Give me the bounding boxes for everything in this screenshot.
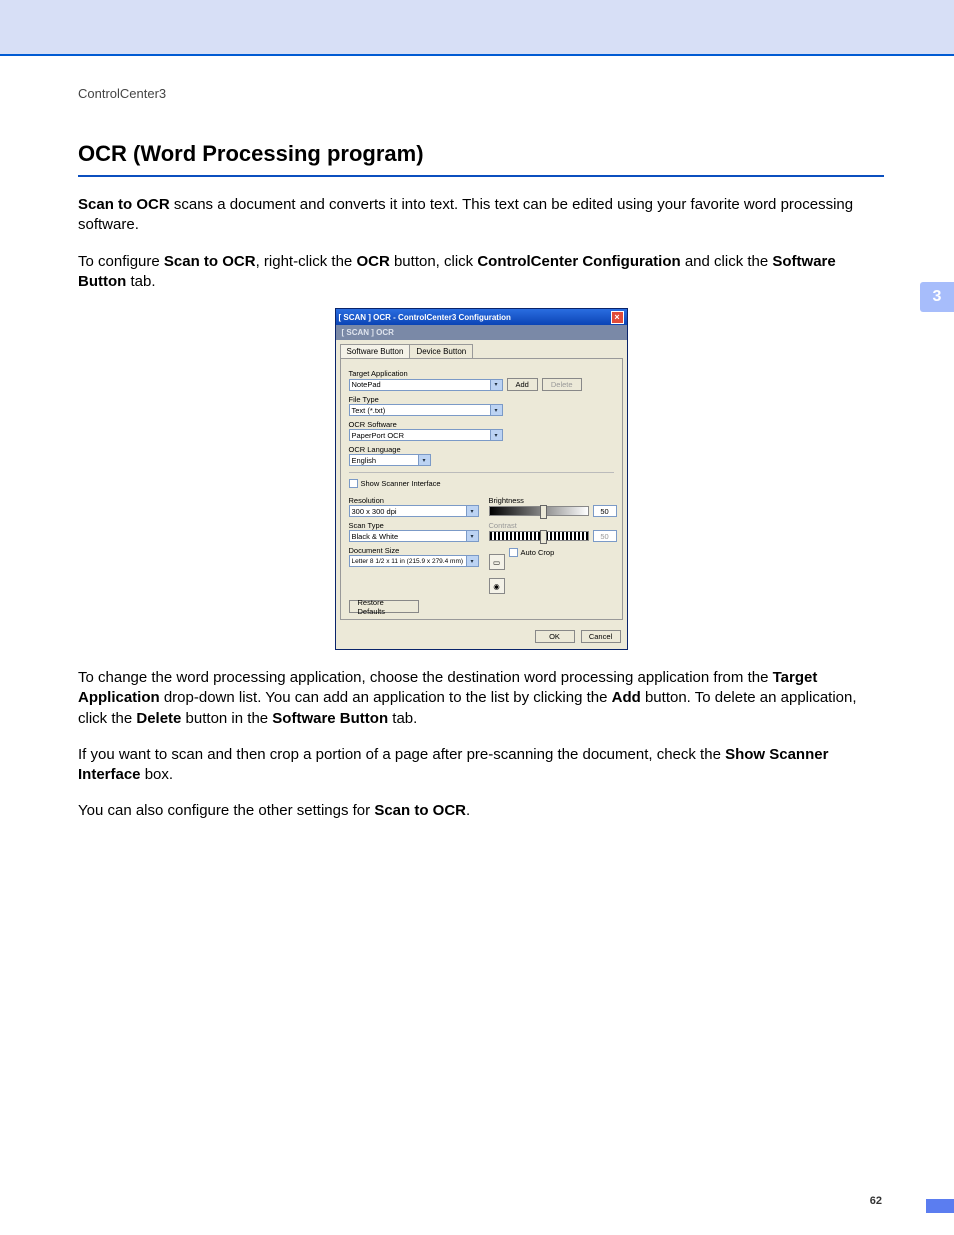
dialog-footer: OK Cancel [336, 624, 627, 649]
p3-t1: To change the word processing applicatio… [78, 669, 773, 686]
label-target-app: Target Application [349, 369, 614, 378]
combo-file-type-value: Text (*.txt) [349, 404, 491, 416]
paragraph-5: You can also configure the other setting… [78, 801, 884, 821]
checkbox-icon[interactable] [349, 479, 358, 488]
breadcrumb: ControlCenter3 [78, 86, 884, 101]
para1-bold: Scan to OCR [78, 196, 170, 213]
chevron-down-icon[interactable]: ▾ [491, 429, 503, 441]
label-scan-type: Scan Type [349, 521, 479, 530]
paragraph-2: To configure Scan to OCR, right-click th… [78, 252, 884, 293]
delete-button[interactable]: Delete [542, 378, 582, 391]
combo-ocr-software-value: PaperPort OCR [349, 429, 491, 441]
tab-device-button[interactable]: Device Button [409, 344, 473, 358]
p2-t1: To configure [78, 253, 164, 270]
paragraph-4: If you want to scan and then crop a port… [78, 745, 884, 786]
contrast-value: 50 [593, 530, 617, 542]
header-band [0, 0, 954, 56]
combo-ocr-language[interactable]: English ▾ [349, 454, 614, 466]
p2-t5: tab. [126, 273, 155, 290]
dialog-tabs: Software Button Device Button [336, 340, 627, 358]
combo-target-app[interactable]: NotePad ▾ [349, 379, 503, 391]
chevron-down-icon[interactable]: ▾ [491, 404, 503, 416]
preview-icon[interactable]: ▭ [489, 554, 505, 570]
slider-thumb[interactable] [540, 505, 547, 519]
label-file-type: File Type [349, 395, 614, 404]
p4-t1: If you want to scan and then crop a port… [78, 746, 725, 763]
p4-t2: box. [141, 766, 174, 783]
checkbox-icon[interactable] [509, 548, 518, 557]
tab-software-button[interactable]: Software Button [340, 344, 411, 358]
add-button[interactable]: Add [507, 378, 538, 391]
dialog-panel: Target Application NotePad ▾ Add Delete … [340, 358, 623, 620]
cancel-button[interactable]: Cancel [581, 630, 621, 643]
label-ocr-software: OCR Software [349, 420, 614, 429]
p3-b3: Delete [136, 710, 181, 727]
chevron-down-icon[interactable]: ▾ [467, 555, 479, 567]
p3-t5: tab. [388, 710, 417, 727]
p2-t4: and click the [681, 253, 773, 270]
para1-text: scans a document and converts it into te… [78, 196, 853, 233]
restore-defaults-button[interactable]: Restore Defaults [349, 600, 419, 613]
ok-button[interactable]: OK [535, 630, 575, 643]
paragraph-3: To change the word processing applicatio… [78, 668, 884, 729]
chapter-tab: 3 [920, 282, 954, 312]
p2-t2: , right-click the [256, 253, 357, 270]
p5-b1: Scan to OCR [374, 802, 466, 819]
dialog-window: [ SCAN ] OCR - ControlCenter3 Configurat… [335, 308, 628, 650]
combo-resolution[interactable]: 300 x 300 dpi ▾ [349, 505, 479, 517]
label-ocr-language: OCR Language [349, 445, 614, 454]
slider-thumb[interactable] [540, 530, 547, 544]
brightness-value: 50 [593, 505, 617, 517]
p2-b1: Scan to OCR [164, 253, 256, 270]
label-doc-size: Document Size [349, 546, 479, 555]
label-contrast: Contrast [489, 521, 617, 530]
page-heading: OCR (Word Processing program) [78, 141, 884, 167]
p5-t2: . [466, 802, 470, 819]
corner-accent [926, 1199, 954, 1213]
chevron-down-icon[interactable]: ▾ [467, 505, 479, 517]
chevron-down-icon[interactable]: ▾ [419, 454, 431, 466]
close-icon[interactable]: × [611, 311, 624, 324]
combo-target-app-value: NotePad [349, 379, 491, 391]
label-auto-crop: Auto Crop [521, 548, 555, 557]
scan-icon[interactable]: ◉ [489, 578, 505, 594]
combo-doc-size[interactable]: Letter 8 1/2 x 11 in (215.9 x 279.4 mm) … [349, 555, 479, 567]
combo-doc-size-value: Letter 8 1/2 x 11 in (215.9 x 279.4 mm) [349, 555, 467, 567]
combo-scan-type[interactable]: Black & White ▾ [349, 530, 479, 542]
brightness-slider[interactable] [489, 506, 589, 516]
dialog-titlebar[interactable]: [ SCAN ] OCR - ControlCenter3 Configurat… [336, 309, 627, 325]
label-brightness: Brightness [489, 496, 617, 505]
p3-t4: button in the [181, 710, 272, 727]
chevron-down-icon[interactable]: ▾ [467, 530, 479, 542]
combo-scan-type-value: Black & White [349, 530, 467, 542]
p2-b2: OCR [356, 253, 389, 270]
checkbox-show-scanner[interactable]: Show Scanner Interface [349, 479, 614, 488]
p3-b4: Software Button [272, 710, 388, 727]
separator [349, 472, 614, 473]
dialog-title: [ SCAN ] OCR - ControlCenter3 Configurat… [339, 313, 511, 322]
p2-b3: ControlCenter Configuration [477, 253, 680, 270]
combo-resolution-value: 300 x 300 dpi [349, 505, 467, 517]
p3-b2: Add [612, 689, 641, 706]
label-resolution: Resolution [349, 496, 479, 505]
paragraph-1: Scan to OCR scans a document and convert… [78, 195, 884, 236]
contrast-slider[interactable] [489, 531, 589, 541]
chevron-down-icon[interactable]: ▾ [491, 379, 503, 391]
label-show-scanner: Show Scanner Interface [361, 479, 441, 488]
page-content: ControlCenter3 OCR (Word Processing prog… [0, 56, 954, 822]
heading-rule [78, 175, 884, 177]
page-number: 62 [870, 1195, 882, 1207]
p5-t1: You can also configure the other setting… [78, 802, 374, 819]
combo-ocr-language-value: English [349, 454, 419, 466]
screenshot-wrapper: [ SCAN ] OCR - ControlCenter3 Configurat… [78, 308, 884, 650]
combo-ocr-software[interactable]: PaperPort OCR ▾ [349, 429, 614, 441]
combo-file-type[interactable]: Text (*.txt) ▾ [349, 404, 614, 416]
p2-t3: button, click [390, 253, 478, 270]
dialog-subtitle: [ SCAN ] OCR [336, 325, 627, 340]
p3-t2: drop-down list. You can add an applicati… [160, 689, 612, 706]
